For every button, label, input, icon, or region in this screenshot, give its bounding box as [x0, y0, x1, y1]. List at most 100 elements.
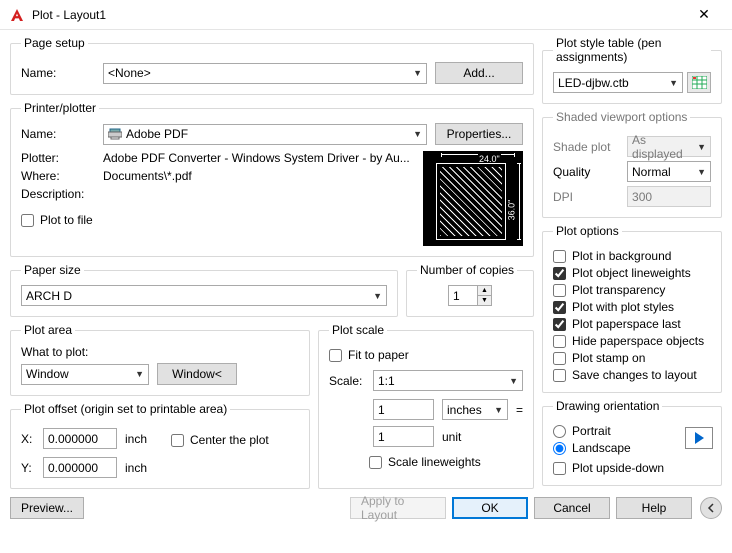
chevron-down-icon: ▼: [494, 405, 503, 415]
scale-num-input[interactable]: 1: [373, 399, 434, 420]
chevron-down-icon: ▼: [413, 129, 422, 139]
edit-table-icon: [692, 76, 707, 89]
paper-size-group: Paper size ARCH D ▼: [10, 263, 398, 317]
where-label: Where:: [21, 169, 95, 183]
where-value: Documents\*.pdf: [103, 169, 413, 183]
paper-size-combo[interactable]: ARCH D ▼: [21, 285, 387, 306]
copies-group: Number of copies 1 ▲▼: [406, 263, 534, 317]
portrait-radio[interactable]: [553, 425, 566, 438]
paper-preview: 24.0" 36.0": [423, 151, 523, 246]
apply-layout-button: Apply to Layout: [350, 497, 446, 519]
chevron-down-icon: ▼: [373, 291, 382, 301]
shaded-legend: Shaded viewport options: [553, 110, 690, 124]
page-setup-name-combo[interactable]: <None> ▼: [103, 63, 427, 84]
close-button[interactable]: ✕: [684, 2, 724, 28]
printer-group: Printer/plotter Name: Adobe PDF ▼ Proper…: [10, 101, 534, 257]
center-plot-label: Center the plot: [190, 433, 269, 447]
what-to-plot-label: What to plot:: [21, 345, 299, 359]
paper-size-value: ARCH D: [26, 289, 72, 303]
plot-trans-checkbox[interactable]: [553, 284, 566, 297]
page-setup-name-value: <None>: [108, 66, 151, 80]
help-button[interactable]: Help: [616, 497, 692, 519]
plot-style-value: LED-djbw.ctb: [558, 76, 629, 90]
copies-value: 1: [453, 289, 460, 303]
printer-icon: [108, 128, 122, 140]
center-plot-checkbox[interactable]: [171, 434, 184, 447]
what-to-plot-combo[interactable]: Window ▼: [21, 364, 149, 385]
shade-plot-label: Shade plot: [553, 140, 619, 154]
chevron-down-icon: ▼: [697, 167, 706, 177]
fit-to-paper-checkbox[interactable]: [329, 349, 342, 362]
plot-options-group: Plot options Plot in background Plot obj…: [542, 224, 722, 393]
printer-name-value: Adobe PDF: [126, 127, 188, 141]
scale-label: Scale:: [329, 374, 365, 388]
shaded-viewport-group: Shaded viewport options Shade plot As di…: [542, 110, 722, 218]
plot-styles-checkbox[interactable]: [553, 301, 566, 314]
plot-style-group: Plot style table (pen assignments) LED-d…: [542, 36, 722, 104]
upside-down-checkbox[interactable]: [553, 462, 566, 475]
printer-name-label: Name:: [21, 127, 95, 141]
plot-scale-legend: Plot scale: [329, 323, 387, 337]
plot-bg-checkbox[interactable]: [553, 250, 566, 263]
scale-den-unit: unit: [442, 430, 482, 444]
page-setup-group: Page setup Name: <None> ▼ Add...: [10, 36, 534, 95]
plot-style-edit-button[interactable]: [687, 72, 711, 93]
offset-y-input[interactable]: 0.000000: [43, 457, 117, 478]
page-setup-legend: Page setup: [21, 36, 88, 50]
hide-ps-checkbox[interactable]: [553, 335, 566, 348]
cancel-button[interactable]: Cancel: [534, 497, 610, 519]
plot-scale-group: Plot scale Fit to paper Scale: 1:1 ▼ 1 i…: [318, 323, 534, 489]
window-pick-button[interactable]: Window<: [157, 363, 237, 385]
chevron-left-icon: [707, 503, 715, 513]
expand-dialog-button[interactable]: [700, 497, 722, 519]
printer-legend: Printer/plotter: [21, 101, 99, 115]
window-title: Plot - Layout1: [32, 8, 684, 22]
save-layout-checkbox[interactable]: [553, 369, 566, 382]
offset-y-label: Y:: [21, 461, 35, 475]
dpi-label: DPI: [553, 190, 619, 204]
chevron-down-icon: ▼: [135, 369, 144, 379]
chevron-down-icon: ▼: [509, 376, 518, 386]
autocad-logo-icon: [8, 6, 26, 24]
quality-combo[interactable]: Normal▼: [627, 161, 711, 182]
preview-height-label: 36.0": [507, 200, 517, 221]
landscape-radio[interactable]: [553, 442, 566, 455]
scale-den-input[interactable]: 1: [373, 426, 434, 447]
fit-to-paper-label: Fit to paper: [348, 348, 409, 362]
preview-button[interactable]: Preview...: [10, 497, 84, 519]
scale-combo[interactable]: 1:1 ▼: [373, 370, 523, 391]
scale-lineweights-checkbox[interactable]: [369, 456, 382, 469]
dpi-input: 300: [627, 186, 711, 207]
plotter-value: Adobe PDF Converter - Windows System Dri…: [103, 151, 413, 165]
equals-sign: =: [516, 403, 523, 417]
offset-x-label: X:: [21, 432, 35, 446]
copies-legend: Number of copies: [417, 263, 517, 277]
printer-name-combo[interactable]: Adobe PDF ▼: [103, 124, 427, 145]
offset-x-input[interactable]: 0.000000: [43, 428, 117, 449]
offset-y-unit: inch: [125, 461, 155, 475]
plot-offset-legend: Plot offset (origin set to printable are…: [21, 402, 230, 416]
plot-style-combo[interactable]: LED-djbw.ctb ▼: [553, 72, 683, 93]
plot-style-legend: Plot style table (pen assignments): [553, 36, 711, 64]
what-to-plot-value: Window: [26, 367, 69, 381]
spin-up-icon[interactable]: ▲: [477, 286, 491, 296]
paper-size-legend: Paper size: [21, 263, 84, 277]
scale-lineweights-label: Scale lineweights: [388, 455, 481, 469]
plot-to-file-checkbox[interactable]: [21, 214, 34, 227]
copies-input[interactable]: 1 ▲▼: [448, 285, 492, 306]
plot-lw-checkbox[interactable]: [553, 267, 566, 280]
shade-plot-combo: As displayed▼: [627, 136, 711, 157]
printer-properties-button[interactable]: Properties...: [435, 123, 523, 145]
plot-options-legend: Plot options: [553, 224, 622, 238]
ok-button[interactable]: OK: [452, 497, 528, 519]
chevron-down-icon: ▼: [413, 68, 422, 78]
scale-unit-combo[interactable]: inches ▼: [442, 399, 508, 420]
chevron-down-icon: ▼: [697, 142, 706, 152]
description-label: Description:: [21, 187, 95, 201]
page-setup-name-label: Name:: [21, 66, 95, 80]
plot-pslast-checkbox[interactable]: [553, 318, 566, 331]
plot-area-legend: Plot area: [21, 323, 75, 337]
plot-stamp-checkbox[interactable]: [553, 352, 566, 365]
spin-down-icon[interactable]: ▼: [477, 296, 491, 305]
add-page-setup-button[interactable]: Add...: [435, 62, 523, 84]
